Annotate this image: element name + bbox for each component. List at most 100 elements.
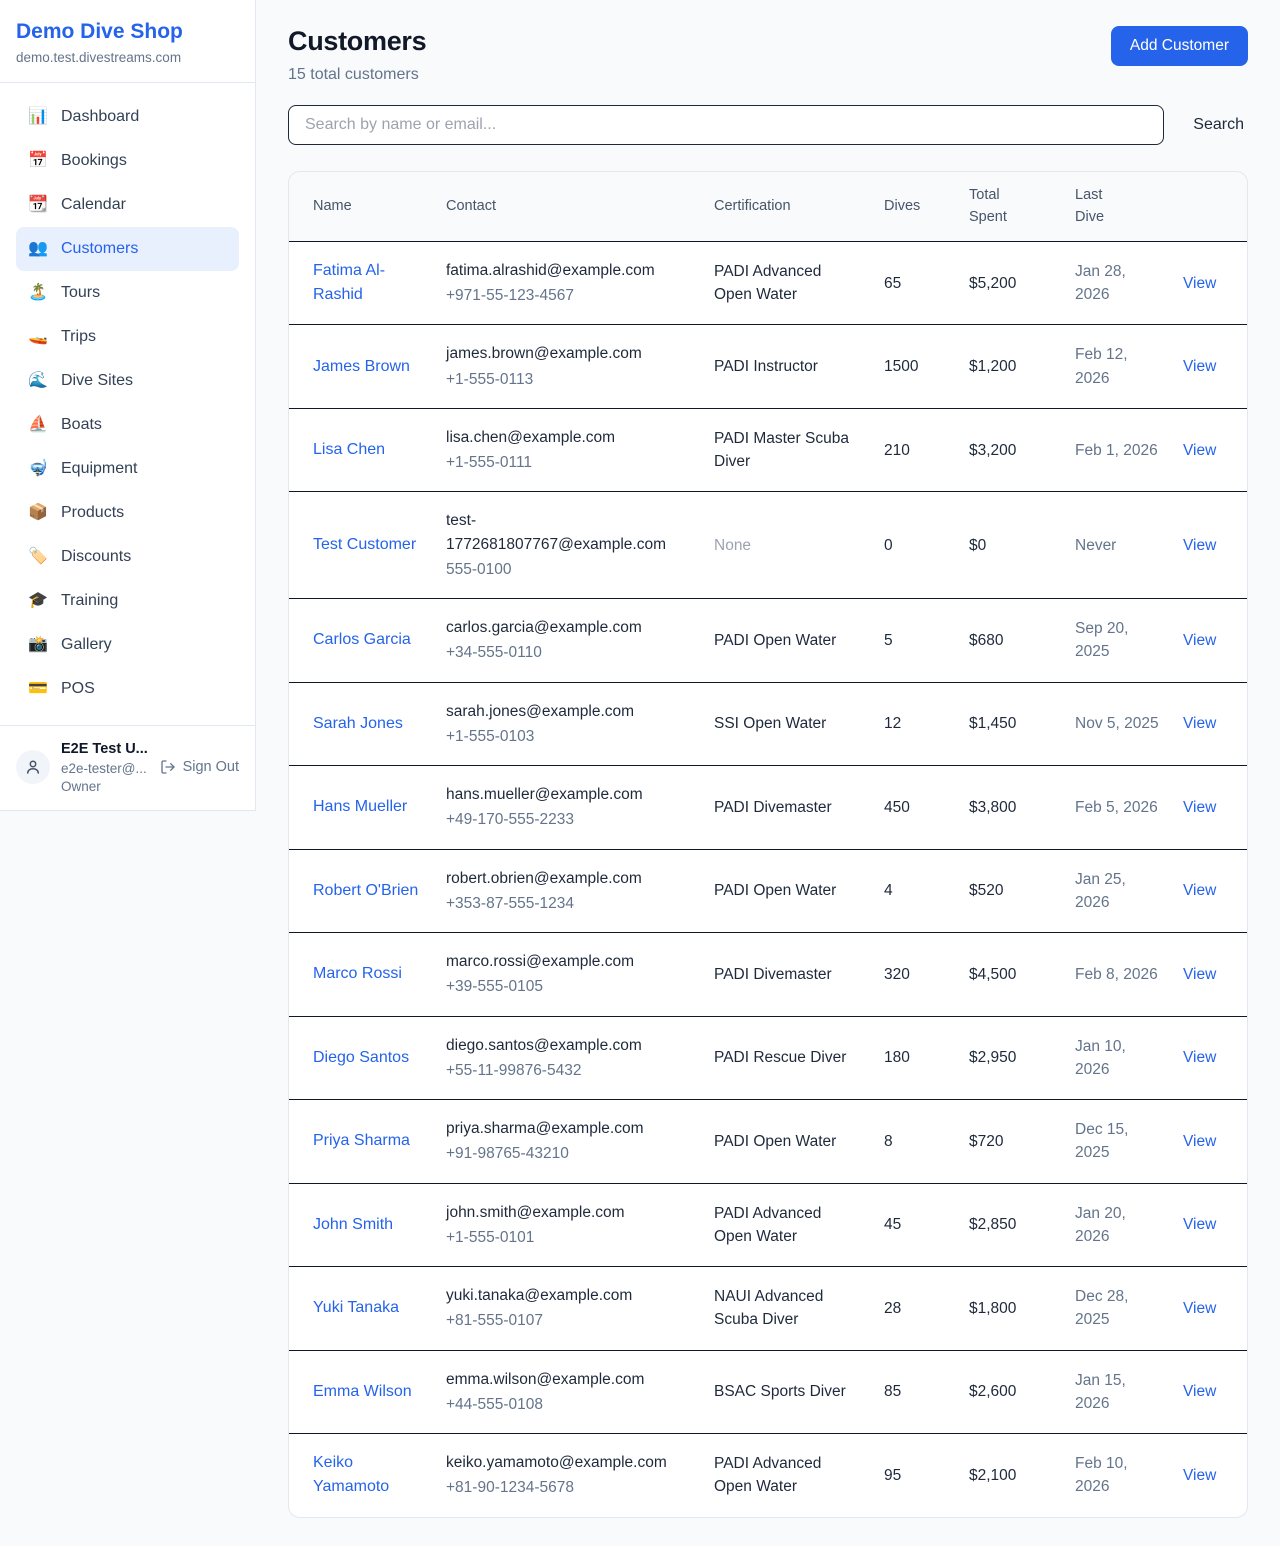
table-row: Priya Sharma priya.sharma@example.com +9…: [289, 1100, 1248, 1184]
table-row: Emma Wilson emma.wilson@example.com +44-…: [289, 1350, 1248, 1434]
customer-phone: +353-87-555-1234: [446, 892, 690, 915]
sidebar-item-bookings[interactable]: 📅 Bookings: [16, 139, 239, 183]
sidebar-header: Demo Dive Shop demo.test.divestreams.com: [0, 0, 255, 83]
customer-certification: PADI Advanced Open Water: [702, 1434, 872, 1517]
sidebar-item-label: Trips: [61, 325, 96, 349]
customer-certification: PADI Instructor: [702, 325, 872, 409]
sidebar-item-customers[interactable]: 👥 Customers: [16, 227, 239, 271]
customer-name-link[interactable]: John Smith: [313, 1216, 393, 1233]
view-link[interactable]: View: [1183, 358, 1216, 375]
view-link[interactable]: View: [1183, 1467, 1216, 1484]
customer-email: lisa.chen@example.com: [446, 426, 690, 449]
customer-certification: PADI Master Scuba Diver: [702, 408, 872, 492]
view-link[interactable]: View: [1183, 715, 1216, 732]
customer-last-dive: Never: [1063, 492, 1171, 599]
sidebar-item-products[interactable]: 📦 Products: [16, 491, 239, 535]
sidebar-item-equipment[interactable]: 🤿 Equipment: [16, 447, 239, 491]
customer-name-link[interactable]: Lisa Chen: [313, 441, 385, 458]
customer-name-link[interactable]: Hans Mueller: [313, 798, 407, 815]
customer-total-spent: $4,500: [957, 933, 1063, 1017]
customer-total-spent: $3,200: [957, 408, 1063, 492]
user-email: e2e-tester@...: [61, 761, 149, 776]
search-input[interactable]: [288, 105, 1164, 145]
customer-email: yuki.tanaka@example.com: [446, 1284, 690, 1307]
person-icon: [24, 758, 42, 776]
customer-name-link[interactable]: Test Customer: [313, 536, 416, 553]
view-link[interactable]: View: [1183, 799, 1216, 816]
search-button[interactable]: Search: [1189, 108, 1248, 142]
customer-dives: 65: [872, 241, 957, 325]
view-link[interactable]: View: [1183, 537, 1216, 554]
view-link[interactable]: View: [1183, 632, 1216, 649]
customer-phone: +971-55-123-4567: [446, 284, 690, 307]
customer-name-link[interactable]: Keiko Yamamoto: [313, 1454, 389, 1495]
customer-total-spent: $2,100: [957, 1434, 1063, 1517]
sidebar-item-label: Discounts: [61, 545, 131, 569]
view-link[interactable]: View: [1183, 966, 1216, 983]
view-link[interactable]: View: [1183, 882, 1216, 899]
sidebar-item-boats[interactable]: ⛵ Boats: [16, 403, 239, 447]
avatar: [16, 750, 50, 784]
customer-name-link[interactable]: Emma Wilson: [313, 1383, 412, 1400]
sidebar-item-tours[interactable]: 🏝️ Tours: [16, 271, 239, 315]
customer-dives: 1500: [872, 325, 957, 409]
customer-phone: +1-555-0101: [446, 1226, 690, 1249]
customer-phone: +44-555-0108: [446, 1393, 690, 1416]
sidebar-item-pos[interactable]: 💳 POS: [16, 667, 239, 711]
customer-name-link[interactable]: Priya Sharma: [313, 1132, 410, 1149]
customer-name-link[interactable]: Marco Rossi: [313, 965, 402, 982]
sidebar-item-trips[interactable]: 🚤 Trips: [16, 315, 239, 359]
add-customer-button[interactable]: Add Customer: [1111, 26, 1248, 66]
view-link[interactable]: View: [1183, 1133, 1216, 1150]
user-box: E2E Test U... e2e-tester@... Owner Sign …: [0, 725, 255, 810]
column-header-certification: Certification: [702, 172, 872, 241]
people-icon: 👥: [28, 237, 48, 261]
customer-name-link[interactable]: Yuki Tanaka: [313, 1299, 399, 1316]
customer-dives: 320: [872, 933, 957, 1017]
sidebar-item-training[interactable]: 🎓 Training: [16, 579, 239, 623]
customer-email: priya.sharma@example.com: [446, 1117, 690, 1140]
sidebar-nav: 📊 Dashboard 📅 Bookings 📆 Calendar 👥 Cust…: [0, 83, 255, 725]
customer-dives: 45: [872, 1183, 957, 1267]
customer-name-link[interactable]: Diego Santos: [313, 1049, 409, 1066]
view-link[interactable]: View: [1183, 275, 1216, 292]
customer-phone: +1-555-0113: [446, 368, 690, 391]
customer-name-link[interactable]: Sarah Jones: [313, 715, 403, 732]
sign-out-button[interactable]: Sign Out: [160, 759, 239, 775]
main-content: Customers 15 total customers Add Custome…: [256, 0, 1280, 1546]
customer-total-spent: $0: [957, 492, 1063, 599]
sidebar-item-calendar[interactable]: 📆 Calendar: [16, 183, 239, 227]
sidebar-item-dive-sites[interactable]: 🌊 Dive Sites: [16, 359, 239, 403]
view-link[interactable]: View: [1183, 442, 1216, 459]
sidebar-item-discounts[interactable]: 🏷️ Discounts: [16, 535, 239, 579]
view-link[interactable]: View: [1183, 1300, 1216, 1317]
sidebar-item-dashboard[interactable]: 📊 Dashboard: [16, 95, 239, 139]
view-link[interactable]: View: [1183, 1049, 1216, 1066]
customer-last-dive: Feb 8, 2026: [1063, 933, 1171, 1017]
page-header: Customers 15 total customers Add Custome…: [288, 26, 1248, 84]
customer-certification: PADI Divemaster: [702, 766, 872, 850]
customer-email: marco.rossi@example.com: [446, 950, 690, 973]
customer-email: fatima.alrashid@example.com: [446, 259, 690, 282]
view-link[interactable]: View: [1183, 1216, 1216, 1233]
customer-name-link[interactable]: James Brown: [313, 358, 410, 375]
customer-last-dive: Feb 10, 2026: [1063, 1434, 1171, 1517]
customer-phone: +1-555-0111: [446, 451, 690, 474]
customer-phone: +81-90-1234-5678: [446, 1476, 690, 1499]
customer-total-spent: $2,950: [957, 1016, 1063, 1100]
table-row: James Brown james.brown@example.com +1-5…: [289, 325, 1248, 409]
customer-name-link[interactable]: Carlos Garcia: [313, 631, 411, 648]
customer-name-link[interactable]: Fatima Al-Rashid: [313, 262, 385, 303]
customer-dives: 85: [872, 1350, 957, 1434]
sidebar-item-gallery[interactable]: 📸 Gallery: [16, 623, 239, 667]
island-icon: 🏝️: [28, 281, 48, 305]
customer-certification: None: [702, 492, 872, 599]
sidebar: Demo Dive Shop demo.test.divestreams.com…: [0, 0, 256, 811]
customer-phone: +55-11-99876-5432: [446, 1059, 690, 1082]
customer-name-link[interactable]: Robert O'Brien: [313, 882, 418, 899]
user-role: Owner: [61, 779, 149, 794]
customer-certification: PADI Open Water: [702, 599, 872, 683]
customer-email: emma.wilson@example.com: [446, 1368, 690, 1391]
view-link[interactable]: View: [1183, 1383, 1216, 1400]
table-row: Fatima Al-Rashid fatima.alrashid@example…: [289, 241, 1248, 325]
